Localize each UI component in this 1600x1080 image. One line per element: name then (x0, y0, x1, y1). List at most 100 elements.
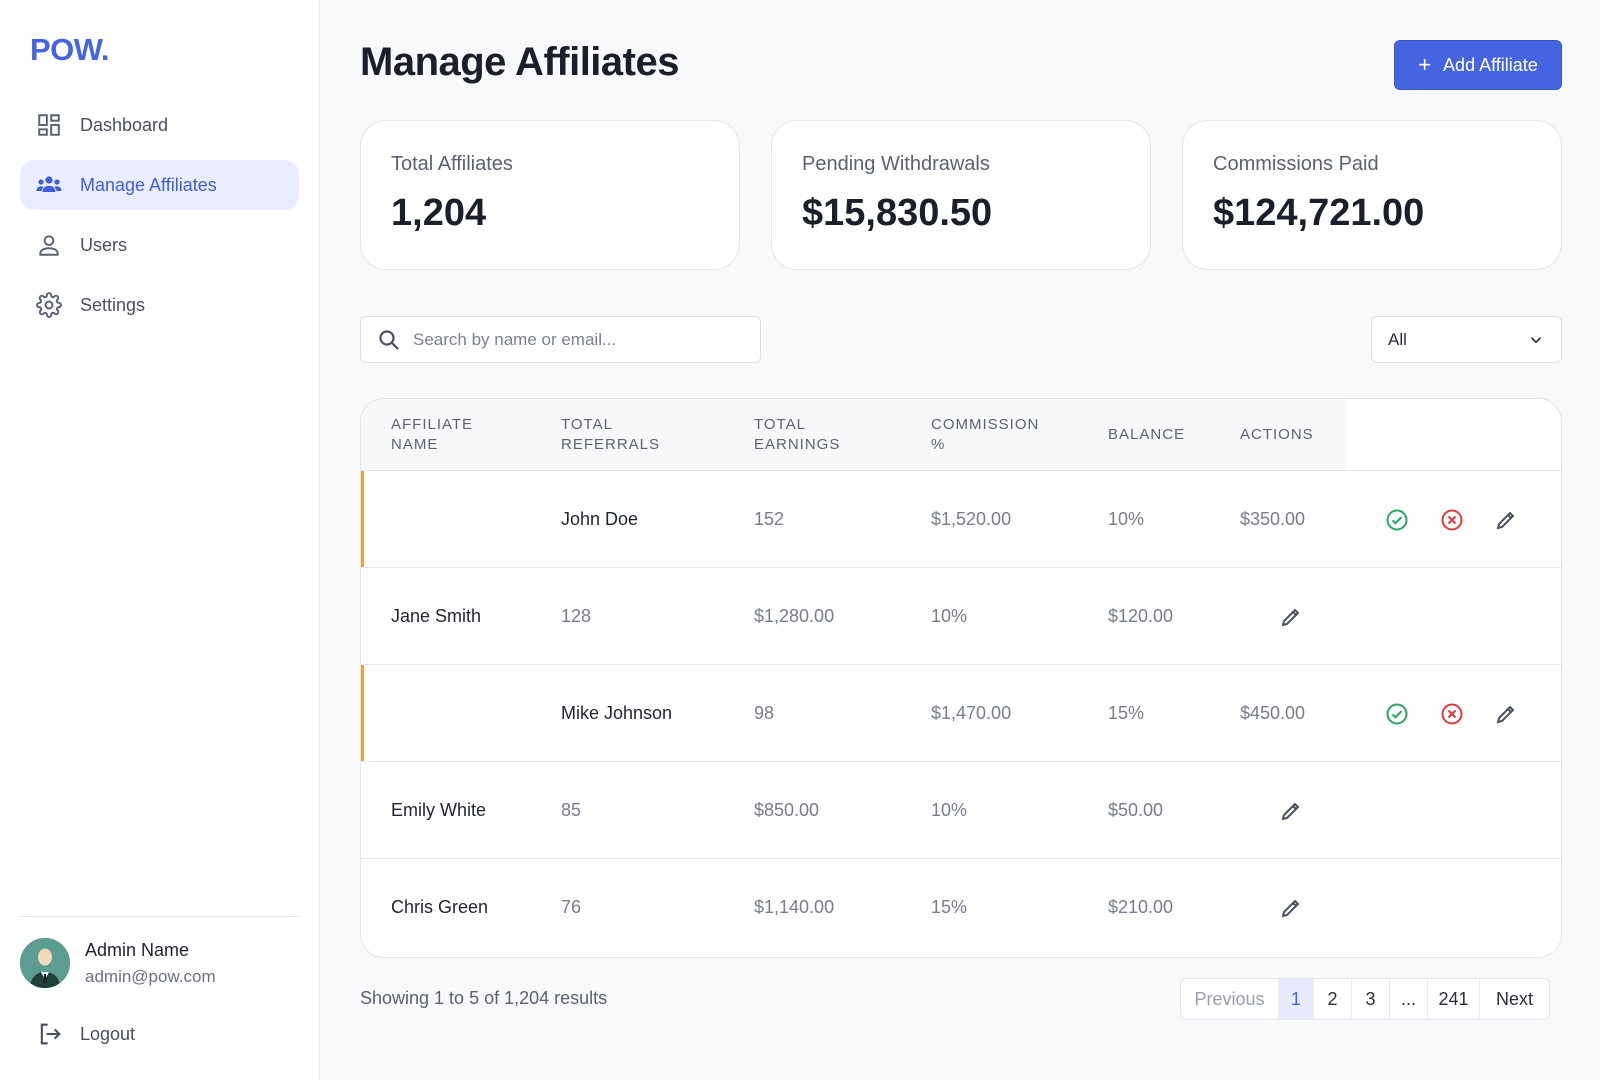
total-referrals: 152 (754, 509, 785, 529)
edit-button[interactable] (1278, 604, 1304, 630)
edit-button[interactable] (1493, 701, 1519, 727)
header-line: ACTIONS (1240, 426, 1314, 443)
status-filter-select[interactable]: All (1371, 316, 1562, 363)
page-title: Manage Affiliates (360, 40, 679, 84)
user-icon (36, 232, 62, 258)
sidebar-item-label: Dashboard (80, 114, 169, 135)
add-affiliate-label: Add Affiliate (1443, 54, 1538, 75)
search-icon (379, 329, 399, 350)
header-line: BALANCE (1108, 426, 1186, 443)
page-button-241[interactable]: 241 (1428, 979, 1480, 1019)
edit-button[interactable] (1493, 507, 1519, 533)
commission-percent: 10% (1108, 509, 1145, 529)
sidebar-item-label: Users (80, 234, 128, 255)
stat-label: Total Affiliates (391, 153, 513, 175)
next-page-button[interactable]: Next (1480, 979, 1549, 1019)
balance: $120.00 (1108, 606, 1174, 626)
pencil-icon (1496, 511, 1515, 530)
commission-percent: 10% (931, 800, 968, 820)
commission-percent: 15% (1108, 703, 1145, 723)
edit-button[interactable] (1278, 798, 1304, 824)
page-button-3[interactable]: 3 (1352, 979, 1390, 1019)
sidebar-divider (20, 916, 299, 917)
column-header-total-earnings[interactable]: TOTAL EARNINGS (754, 415, 840, 455)
column-header-balance[interactable]: BALANCE (1108, 425, 1185, 445)
logout-label: Logout (80, 1023, 136, 1044)
logout-icon (40, 1023, 61, 1045)
total-referrals: 85 (561, 800, 582, 820)
pencil-icon (1281, 802, 1300, 821)
header-line: TOTAL (561, 416, 613, 433)
gear-icon (36, 292, 62, 318)
balance: $50.00 (1108, 800, 1164, 820)
total-earnings: $850.00 (754, 800, 820, 820)
results-summary: Showing 1 to 5 of 1,204 results (360, 988, 608, 1008)
column-header-commission[interactable]: COMMISSION % (931, 415, 1039, 455)
stat-value: $124,721.00 (1213, 192, 1425, 234)
header-line: EARNINGS (754, 436, 841, 453)
stat-card-commissions-paid: Commissions Paid $124,721.00 (1182, 120, 1562, 270)
pencil-icon (1496, 705, 1515, 724)
search-input[interactable] (413, 329, 733, 350)
total-earnings: $1,520.00 (931, 509, 1012, 529)
reject-button[interactable] (1439, 507, 1465, 533)
total-referrals: 128 (561, 606, 592, 626)
column-header-total-referrals[interactable]: TOTAL REFERRALS (561, 415, 660, 455)
total-referrals: 76 (561, 897, 582, 917)
header-line: % (931, 436, 946, 453)
approve-button[interactable] (1384, 507, 1410, 533)
table-header-filler (1346, 399, 1561, 471)
profile-email: admin@pow.com (85, 966, 216, 986)
total-referrals: 98 (754, 703, 775, 723)
brand-logo[interactable]: POW. (30, 32, 109, 68)
table-row: Mike Johnson 98 $1,470.00 15% $450.00 (361, 665, 1561, 762)
stat-label: Pending Withdrawals (802, 153, 990, 175)
page-button-1[interactable]: 1 (1279, 979, 1314, 1019)
previous-page-button[interactable]: Previous (1181, 979, 1279, 1019)
check-circle-icon (1386, 703, 1408, 725)
header-line: AFFILIATE (391, 416, 474, 433)
users-group-icon (36, 172, 62, 198)
table-row: Chris Green 76 $1,140.00 15% $210.00 (361, 859, 1561, 956)
pencil-icon (1281, 608, 1300, 627)
column-header-affiliate-name[interactable]: AFFILIATE NAME (391, 415, 473, 455)
reject-button[interactable] (1439, 701, 1465, 727)
approve-button[interactable] (1384, 701, 1410, 727)
total-earnings: $1,140.00 (754, 897, 835, 917)
sidebar: POW. Dashboard Manage Affiliates Users S… (0, 0, 320, 1080)
header-line: NAME (391, 436, 439, 453)
column-header-actions: ACTIONS (1240, 425, 1314, 445)
stat-card-pending-withdrawals: Pending Withdrawals $15,830.50 (771, 120, 1151, 270)
affiliate-name: Jane Smith (391, 606, 482, 626)
edit-button[interactable] (1278, 895, 1304, 921)
sidebar-item-label: Settings (80, 294, 146, 315)
user-profile[interactable]: Admin Name admin@pow.com (20, 938, 216, 988)
sidebar-item-label: Manage Affiliates (80, 174, 217, 195)
table-row: Jane Smith 128 $1,280.00 10% $120.00 (361, 568, 1561, 665)
header-line: TOTAL (754, 416, 806, 433)
sidebar-item-users[interactable]: Users (20, 220, 299, 270)
status-filter-value: All (1388, 329, 1407, 349)
profile-info: Admin Name admin@pow.com (85, 940, 216, 987)
page-button-2[interactable]: 2 (1314, 979, 1352, 1019)
chevron-down-icon (1530, 336, 1542, 343)
plus-icon: + (1418, 52, 1432, 77)
affiliate-name: Chris Green (391, 897, 489, 917)
balance: $210.00 (1108, 897, 1174, 917)
x-circle-icon (1441, 703, 1463, 725)
sidebar-item-settings[interactable]: Settings (20, 280, 299, 330)
x-circle-icon (1441, 509, 1463, 531)
sidebar-item-dashboard[interactable]: Dashboard (20, 100, 299, 150)
table-row: Emily White 85 $850.00 10% $50.00 (361, 762, 1561, 859)
balance: $450.00 (1240, 703, 1306, 723)
affiliate-name: Emily White (391, 800, 487, 820)
table-header: AFFILIATE NAME TOTAL REFERRALS TOTAL EAR… (361, 399, 1346, 471)
total-earnings: $1,280.00 (754, 606, 835, 626)
commission-percent: 10% (931, 606, 968, 626)
add-affiliate-button[interactable]: + Add Affiliate (1394, 40, 1562, 90)
logout-button[interactable]: Logout (36, 1020, 135, 1048)
dashboard-icon (36, 112, 62, 138)
sidebar-item-manage-affiliates[interactable]: Manage Affiliates (20, 160, 299, 210)
profile-name: Admin Name (85, 939, 190, 960)
avatar (20, 938, 70, 988)
